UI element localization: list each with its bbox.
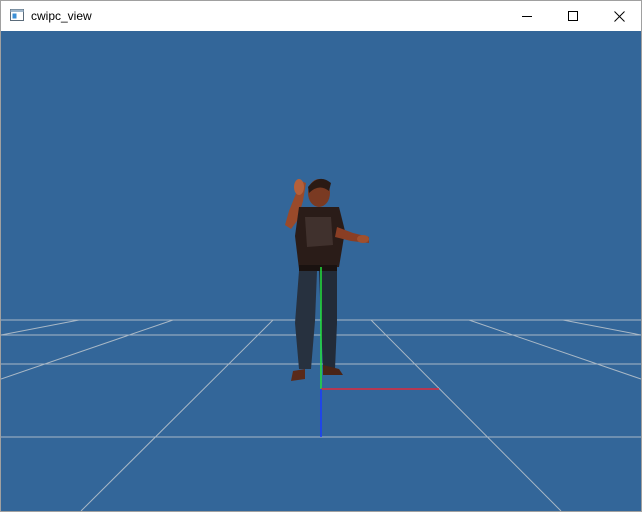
minimize-icon	[522, 16, 532, 17]
person-left-shoe	[291, 369, 305, 381]
minimize-button[interactable]	[504, 1, 550, 31]
maximize-button[interactable]	[550, 1, 596, 31]
person-left-leg	[295, 271, 317, 369]
viewport-scene	[1, 178, 641, 511]
coordinate-axes	[320, 267, 439, 437]
app-window: cwipc_view	[0, 0, 642, 512]
window-title: cwipc_view	[31, 9, 92, 23]
person-hand-extended	[357, 235, 369, 243]
title-bar[interactable]: cwipc_view	[1, 1, 641, 31]
person-belt	[299, 265, 337, 271]
app-icon	[10, 9, 24, 21]
close-icon	[613, 10, 625, 22]
close-button[interactable]	[596, 1, 642, 31]
point-cloud-person	[285, 178, 369, 381]
3d-viewport[interactable]	[1, 31, 641, 511]
person-shirt-print	[305, 217, 333, 247]
person-hand-raised	[294, 179, 304, 195]
maximize-icon	[568, 11, 578, 21]
